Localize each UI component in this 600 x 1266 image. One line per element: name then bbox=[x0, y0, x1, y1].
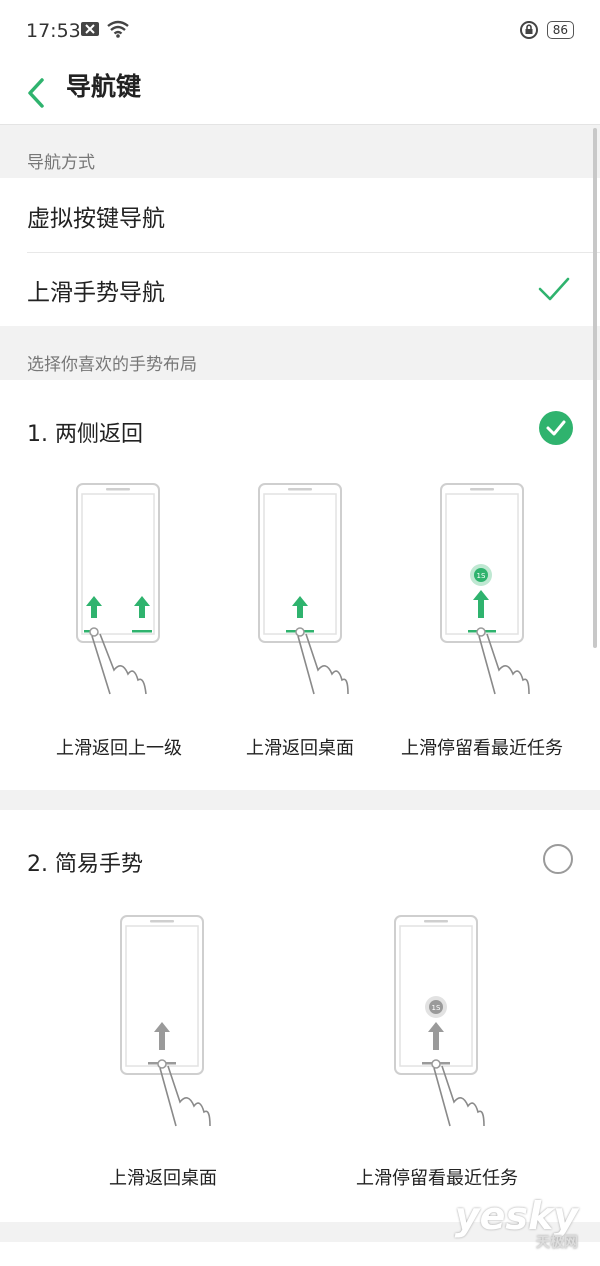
status-left-icons bbox=[80, 20, 130, 38]
phone-illustration-home-simple bbox=[120, 915, 211, 1127]
nav-option-swipe-gesture[interactable]: 上滑手势导航 bbox=[0, 252, 600, 326]
radio-unselected[interactable] bbox=[543, 844, 573, 874]
checkmark-icon bbox=[538, 277, 570, 301]
radio-selected[interactable] bbox=[539, 411, 573, 445]
nav-option-virtual-keys[interactable]: 虚拟按键导航 bbox=[0, 178, 600, 252]
scrollbar[interactable] bbox=[593, 128, 597, 648]
section-header-layout: 选择你喜欢的手势布局 bbox=[0, 336, 600, 386]
section-header-nav-mode: 导航方式 bbox=[0, 134, 600, 184]
phone-illustration-recents-simple: 1S bbox=[394, 915, 485, 1127]
layout-title: 1. 两侧返回 bbox=[27, 422, 143, 447]
nav-mode-list: 虚拟按键导航 上滑手势导航 bbox=[0, 178, 600, 326]
phone-illustration-home bbox=[258, 483, 349, 695]
checkmark-icon bbox=[546, 420, 566, 436]
layout-caption: 上滑停留看最近任务 bbox=[401, 738, 563, 759]
phone-illustration-recents: 1S bbox=[440, 483, 530, 695]
layout-caption: 上滑返回桌面 bbox=[246, 738, 354, 759]
phone-illustration-back bbox=[76, 483, 160, 695]
hold-badge-text: 1S bbox=[432, 1004, 441, 1012]
status-right-icons: 86 bbox=[519, 20, 574, 40]
layout-caption: 上滑停留看最近任务 bbox=[356, 1168, 518, 1189]
chevron-left-icon bbox=[28, 78, 44, 108]
notification-icon bbox=[81, 22, 99, 36]
layout-option-1[interactable]: 1. 两侧返回 1S 上滑返回上一级 上滑返回桌面 上滑停留看最近任务 bbox=[0, 380, 600, 790]
back-button[interactable] bbox=[22, 72, 52, 114]
layout-caption: 上滑返回桌面 bbox=[109, 1168, 217, 1189]
section-label: 选择你喜欢的手势布局 bbox=[27, 355, 197, 375]
nav-option-label: 上滑手势导航 bbox=[27, 280, 165, 306]
section-label: 导航方式 bbox=[27, 153, 95, 173]
watermark-logo: yesky 天极网 bbox=[455, 1194, 578, 1252]
status-time: 17:53 bbox=[26, 20, 81, 42]
hold-badge-text: 1S bbox=[477, 572, 486, 580]
rotation-lock-icon bbox=[519, 21, 538, 39]
top-bar: 导航键 bbox=[0, 62, 600, 125]
status-bar: 17:53 86 bbox=[0, 0, 600, 62]
layout-title: 2. 简易手势 bbox=[27, 852, 143, 877]
battery-indicator: 86 bbox=[546, 21, 574, 39]
page-title: 导航键 bbox=[66, 72, 142, 101]
layout-option-2[interactable]: 2. 简易手势 1S 上滑返回桌面 上滑停留看最近任务 bbox=[0, 810, 600, 1222]
layout-caption: 上滑返回上一级 bbox=[56, 738, 182, 759]
wifi-icon bbox=[107, 20, 129, 38]
nav-option-label: 虚拟按键导航 bbox=[27, 206, 165, 232]
